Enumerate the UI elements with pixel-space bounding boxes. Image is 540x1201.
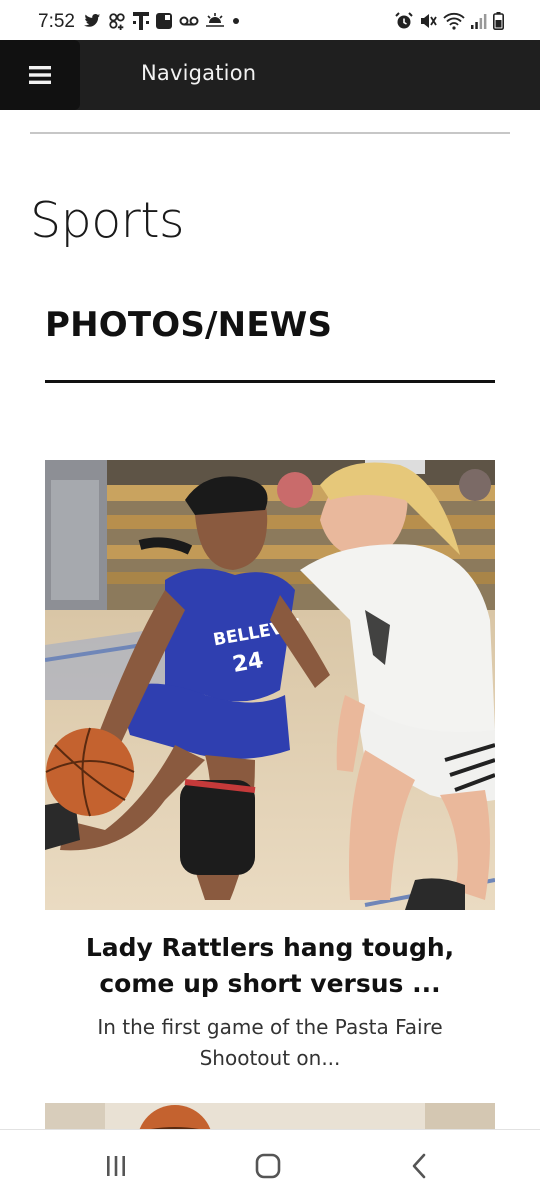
twitter-icon <box>84 14 101 27</box>
status-bar: 7:52 <box>0 0 540 40</box>
next-basketball-photo <box>45 1103 495 1129</box>
article-photo[interactable]: BELLEVIE 24 <box>45 460 495 910</box>
article-excerpt: In the first game of the Pasta Faire Sho… <box>97 1015 443 1070</box>
menu-button[interactable] <box>0 40 80 110</box>
home-icon <box>255 1153 281 1179</box>
next-article-photo[interactable] <box>45 1103 495 1129</box>
status-time: 7:52 <box>38 11 75 32</box>
square-app-icon <box>156 13 172 29</box>
alarm-icon <box>395 12 413 29</box>
article-headline[interactable]: Lady Rattlers hang tough, come up short … <box>45 930 495 1002</box>
signal-icon <box>471 14 487 29</box>
voicemail-icon <box>179 16 199 26</box>
basketball-photo: BELLEVIE 24 <box>45 460 495 910</box>
status-right-icons <box>395 10 504 32</box>
recent-apps-icon <box>107 1156 125 1176</box>
back-button[interactable] <box>404 1152 434 1180</box>
battery-icon <box>493 12 504 30</box>
jersey-number: 24 <box>231 648 266 678</box>
section-underline <box>45 380 495 383</box>
wifi-icon <box>443 12 465 30</box>
navigation-title[interactable]: Navigation <box>141 61 256 85</box>
back-icon <box>412 1153 426 1179</box>
dot-icon <box>233 18 239 24</box>
weather-sunrise-icon <box>206 13 224 27</box>
home-button[interactable] <box>253 1152 283 1180</box>
pinwheel-icon <box>109 13 125 30</box>
system-navigation-bar <box>0 1129 540 1201</box>
page-title: Sports <box>30 192 185 249</box>
recent-apps-button[interactable] <box>101 1152 131 1180</box>
hamburger-icon <box>29 66 51 84</box>
mute-icon <box>421 14 437 28</box>
section-heading: PHOTOS/NEWS <box>45 305 333 345</box>
t-mobile-icon <box>133 12 149 30</box>
divider <box>30 132 510 134</box>
navigation-bar: Navigation <box>0 40 540 110</box>
status-left-icons <box>84 10 241 32</box>
